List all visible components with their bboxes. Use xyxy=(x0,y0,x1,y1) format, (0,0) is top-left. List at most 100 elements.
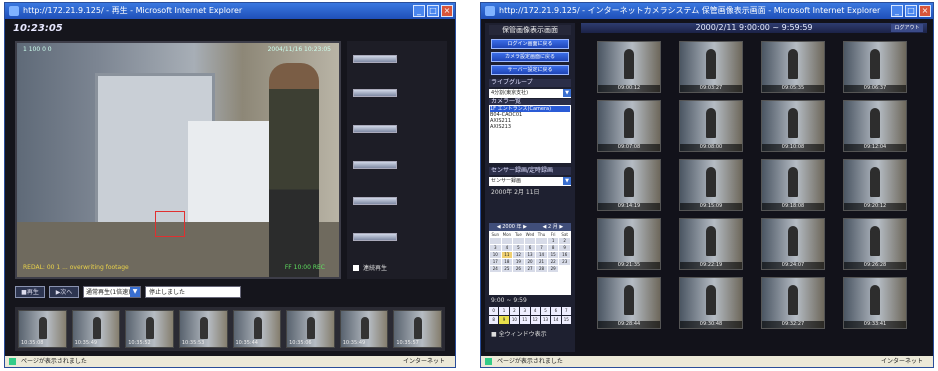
archive-thumbnail[interactable]: 09:15:09 xyxy=(679,159,743,211)
calendar-day[interactable]: 13 xyxy=(524,252,536,258)
calendar-day[interactable]: 12 xyxy=(513,252,524,258)
calendar-day[interactable]: 17 xyxy=(490,259,501,265)
calendar-day[interactable]: 28 xyxy=(536,266,547,272)
archive-thumbnail[interactable]: 09:30:48 xyxy=(679,277,743,329)
camera-list-item[interactable]: AXIS213 xyxy=(490,124,570,130)
calendar-day[interactable]: 22 xyxy=(547,259,559,265)
side-button-6[interactable] xyxy=(353,233,397,241)
calendar-day[interactable]: 23 xyxy=(559,259,570,265)
side-button-3[interactable] xyxy=(353,125,397,133)
hour-cell[interactable]: 14 xyxy=(551,316,561,324)
thumbnail[interactable]: 10:35:52 xyxy=(125,310,174,348)
hour-cell[interactable]: 10 xyxy=(509,316,520,324)
calendar-day[interactable]: 9 xyxy=(559,245,570,251)
archive-thumbnail[interactable]: 09:00:12 xyxy=(597,41,661,93)
titlebar[interactable]: http://172.21.9.125/ - インターネットカメラシステム 保管… xyxy=(481,3,933,19)
camera-list[interactable]: 1F エントランス(Camera) B04-CAOC01 AXIS211 AXIS21… xyxy=(489,105,571,163)
video-player[interactable]: 1 100 0 0 2004/11/16 10:23:05 REDAL: 00 … xyxy=(15,41,341,279)
thumbnail[interactable]: 10:35:57 xyxy=(393,310,442,348)
next-button[interactable]: ▶次へ xyxy=(49,286,79,298)
archive-thumbnail[interactable]: 09:12:04 xyxy=(843,100,907,152)
calendar-day[interactable]: 16 xyxy=(559,252,570,258)
calendar-day[interactable]: 10 xyxy=(490,252,501,258)
thumbnail[interactable]: 10:35:49 xyxy=(71,310,121,348)
thumbnail[interactable]: 10:35:49 xyxy=(339,310,389,348)
maximize-button[interactable]: □ xyxy=(905,5,917,17)
calendar-day[interactable]: 15 xyxy=(547,252,559,258)
calendar-day[interactable]: 19 xyxy=(513,259,524,265)
calendar-day[interactable]: 21 xyxy=(536,259,547,265)
calendar-day[interactable]: 1 xyxy=(547,238,559,244)
minimize-button[interactable]: _ xyxy=(413,5,425,17)
calendar-day[interactable]: 4 xyxy=(501,245,513,251)
bottom-label[interactable]: ■ 全ウィンドウ表示 xyxy=(489,331,571,339)
hour-cell[interactable]: 3 xyxy=(520,307,530,315)
calendar-day[interactable]: 20 xyxy=(524,259,536,265)
minimize-button[interactable]: _ xyxy=(891,5,903,17)
checkbox-icon[interactable] xyxy=(353,264,359,271)
archive-thumbnail[interactable]: 09:10:08 xyxy=(761,100,825,152)
calendar-day[interactable]: 25 xyxy=(501,266,513,272)
record-type-select[interactable]: センサー録画 ▼ xyxy=(489,177,571,186)
side-button-4[interactable] xyxy=(353,161,397,169)
titlebar[interactable]: http://172.21.9.125/ - 再生 - Microsoft In… xyxy=(5,3,455,19)
hour-cell[interactable]: 4 xyxy=(530,307,540,315)
play-button[interactable]: ■再生 xyxy=(15,286,45,298)
hour-cell[interactable]: 9 xyxy=(499,316,509,324)
archive-thumbnail[interactable]: 09:18:08 xyxy=(761,159,825,211)
archive-thumbnail[interactable]: 09:26:28 xyxy=(843,218,907,270)
calendar-day[interactable]: 3 xyxy=(490,245,501,251)
hour-cell[interactable]: 1 xyxy=(499,307,509,315)
calendar-day[interactable]: 5 xyxy=(513,245,524,251)
speed-select[interactable]: 通常再生(1倍速) ▼ xyxy=(83,286,141,298)
thumbnail[interactable]: 10:35:53 xyxy=(178,310,228,348)
close-button[interactable]: × xyxy=(919,5,931,17)
hour-cell[interactable]: 5 xyxy=(540,307,551,315)
archive-thumbnail[interactable]: 09:24:07 xyxy=(761,218,825,270)
archive-thumbnail[interactable]: 09:05:35 xyxy=(761,41,825,93)
archive-thumbnail[interactable]: 09:33:41 xyxy=(843,277,907,329)
continuous-playback-checkbox[interactable]: 連続再生 xyxy=(353,263,387,272)
archive-thumbnail[interactable]: 09:08:00 xyxy=(679,100,743,152)
archive-thumbnail[interactable]: 09:03:27 xyxy=(679,41,743,93)
hour-cell[interactable]: 8 xyxy=(489,316,499,324)
logout-button[interactable]: ログアウト xyxy=(891,24,923,32)
thumbnail[interactable]: 10:35:08 xyxy=(18,310,67,348)
archive-thumbnail[interactable]: 09:07:08 xyxy=(597,100,661,152)
hour-cell[interactable]: 15 xyxy=(561,316,571,324)
hour-cell[interactable]: 6 xyxy=(551,307,561,315)
calendar-day[interactable]: 24 xyxy=(490,266,501,272)
side-button-1[interactable] xyxy=(353,55,397,63)
archive-thumbnail[interactable]: 09:32:27 xyxy=(761,277,825,329)
back-server-settings-button[interactable]: サーバー設定に戻る xyxy=(491,65,569,75)
calendar-day[interactable]: 29 xyxy=(547,266,559,272)
side-button-5[interactable] xyxy=(353,197,397,205)
archive-thumbnail[interactable]: 09:22:19 xyxy=(679,218,743,270)
calendar-day[interactable]: 18 xyxy=(501,259,513,265)
hour-cell[interactable]: 7 xyxy=(561,307,571,315)
hour-cell[interactable]: 0 xyxy=(489,307,499,315)
archive-thumbnail[interactable]: 09:06:37 xyxy=(843,41,907,93)
calendar-day[interactable]: 11 xyxy=(501,252,513,258)
archive-thumbnail[interactable]: 09:20:12 xyxy=(843,159,907,211)
close-button[interactable]: × xyxy=(441,5,453,17)
archive-thumbnail[interactable]: 09:21:35 xyxy=(597,218,661,270)
calendar-day[interactable]: 8 xyxy=(547,245,559,251)
maximize-button[interactable]: □ xyxy=(427,5,439,17)
calendar-day[interactable]: 14 xyxy=(536,252,547,258)
hour-cell[interactable]: 11 xyxy=(520,316,530,324)
hour-cell[interactable]: 13 xyxy=(540,316,551,324)
side-button-2[interactable] xyxy=(353,89,397,97)
calendar-day[interactable]: 6 xyxy=(524,245,536,251)
group-select[interactable]: 4分割(東京支社) ▼ xyxy=(489,89,571,98)
thumbnail[interactable]: 10:35:44 xyxy=(232,310,282,348)
thumbnail[interactable]: 10:35:06 xyxy=(286,310,335,348)
hour-cell[interactable]: 2 xyxy=(509,307,520,315)
calendar-day[interactable]: 2 xyxy=(559,238,570,244)
calendar-day[interactable]: 7 xyxy=(536,245,547,251)
calendar-day[interactable]: 27 xyxy=(524,266,536,272)
year-nav[interactable]: ◀ 2000 年 ▶ xyxy=(497,223,527,231)
month-nav[interactable]: ◀ 2 月 ▶ xyxy=(543,223,564,231)
hour-cell[interactable]: 12 xyxy=(530,316,540,324)
back-login-button[interactable]: ログイン画面に戻る xyxy=(491,39,569,49)
